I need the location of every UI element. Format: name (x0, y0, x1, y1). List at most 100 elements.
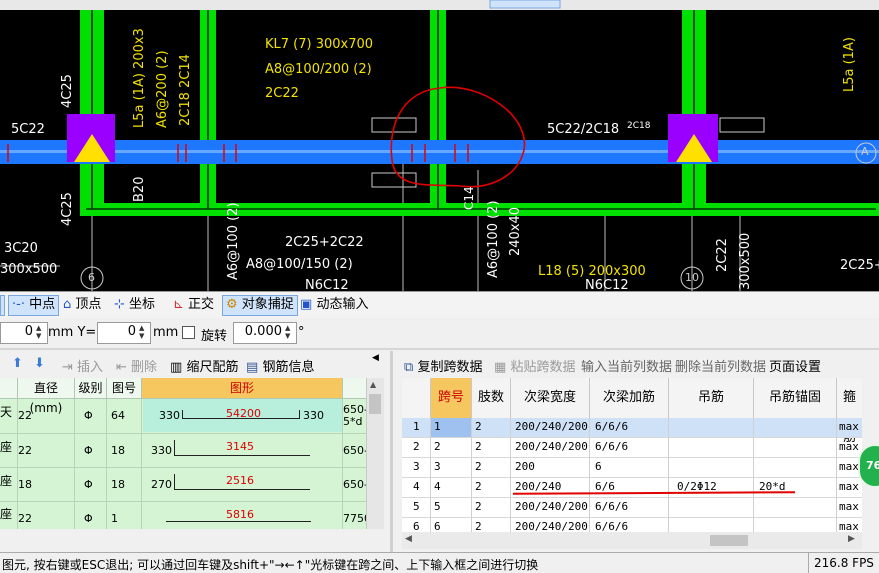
cell-stirrup[interactable]: max (839, 520, 859, 532)
row3-grade[interactable]: Φ (84, 478, 93, 491)
cell-legs[interactable]: 2 (475, 440, 482, 453)
cell-legs[interactable]: 2 (475, 420, 482, 433)
cell-span[interactable]: 6 (434, 520, 441, 532)
insert-button[interactable]: ⇥ 插入 (62, 356, 103, 375)
delete-button[interactable]: ⇤ 删除 (116, 356, 157, 375)
x-spinner-icon[interactable]: ▲ ▼ (36, 324, 46, 340)
cell-width[interactable]: 200/240/200 (515, 520, 588, 532)
cad-canvas[interactable]: KL7 (7) 300x700 A8@100/200 (2) 2C22 5C22… (0, 0, 879, 291)
scroll-thumb[interactable] (369, 394, 381, 414)
row2-fig[interactable]: 18 (111, 444, 125, 457)
header-grade[interactable]: 级别 (75, 378, 107, 399)
row2-diameter[interactable]: 22 (18, 444, 32, 457)
row4-fig-length: 5816 (226, 508, 254, 521)
scroll-up-icon[interactable]: ▲ (370, 380, 376, 389)
status-message: 图元, 按右键或ESC退出; 可以通过回车键及shift+"→←↑"光标键在跨之… (2, 558, 539, 572)
cell-span[interactable]: 5 (434, 500, 441, 513)
row3-diameter[interactable]: 18 (18, 478, 32, 491)
cell-add[interactable]: 6/6/6 (595, 520, 628, 532)
move-up-icon[interactable]: ⬆ (12, 356, 23, 371)
row1-fig[interactable]: 64 (111, 409, 125, 422)
panel-divider[interactable] (390, 351, 393, 552)
cell-legs[interactable]: 2 (475, 480, 482, 493)
cell-stirrup[interactable]: max (839, 500, 859, 513)
cell-width[interactable]: 200/240/200 (515, 440, 588, 453)
c3c20-label: 3C20 (4, 241, 38, 256)
row-index: 1 (413, 420, 420, 433)
cell-legs[interactable]: 2 (475, 520, 482, 532)
rotate-input[interactable]: 0.000 ▲ ▼ (233, 322, 297, 344)
panel-splitter[interactable] (0, 348, 879, 350)
copy-span-label: 复制跨数据 (417, 360, 483, 375)
copy-span-button[interactable]: ⧉ 复制跨数据 (404, 356, 482, 375)
cell-span[interactable]: 1 (434, 420, 441, 433)
object-snap-button[interactable]: ⚙ 对象捕捉 (222, 295, 298, 316)
rebar-table-scrollbar[interactable]: ▲ (366, 378, 384, 529)
header-hanger-anchor[interactable]: 吊筋锚固 (754, 378, 837, 419)
x-coordinate-value: 0 (24, 324, 33, 339)
cell-add[interactable]: 6/6/6 (595, 500, 628, 513)
row4-fig[interactable]: 1 (111, 512, 118, 525)
cell-span[interactable]: 3 (434, 460, 441, 473)
cell-stirrup[interactable]: max (839, 480, 859, 493)
row1-diameter[interactable]: 22 (18, 409, 32, 422)
delete-icon: ⇤ (116, 360, 127, 375)
hscroll-thumb[interactable] (710, 535, 748, 546)
header-stirrup[interactable]: 箍筋 (837, 378, 862, 445)
scroll-right-icon[interactable]: ▶ (848, 534, 855, 544)
header-sec-add[interactable]: 次梁加筋 (590, 378, 669, 419)
snap-coord-button[interactable]: ⊹ 坐标 (111, 295, 158, 314)
header-span-no[interactable]: 跨号 (431, 378, 472, 419)
scroll-left-icon[interactable]: ◀ (405, 534, 412, 544)
rotate-spinner-icon[interactable]: ▲ ▼ (285, 324, 295, 340)
ortho-button[interactable]: ⊾ 正交 (170, 295, 217, 314)
cell-legs[interactable]: 2 (475, 500, 482, 513)
cell-add[interactable]: 6/6 (595, 480, 615, 493)
floating-badge[interactable]: 76 (858, 444, 879, 488)
header-figure-no[interactable]: 图号 (107, 378, 142, 399)
row4-grade[interactable]: Φ (84, 512, 93, 525)
row1-grade[interactable]: Φ (84, 409, 93, 422)
row4-diameter[interactable]: 22 (18, 512, 32, 525)
cell-width[interactable]: 200/240/200 (515, 420, 588, 433)
input-column-button[interactable]: 输入当前列数据 (581, 356, 672, 375)
header-sec-width[interactable]: 次梁宽度 (511, 378, 590, 419)
move-down-icon[interactable]: ⬇ (34, 356, 45, 371)
b20-label: B20 (132, 176, 147, 202)
cell-stirrup[interactable]: max (839, 460, 859, 473)
y-spinner-icon[interactable]: ▲ ▼ (139, 324, 149, 340)
snap-vertex-button[interactable]: ⌂ 顶点 (60, 295, 104, 314)
cell-width[interactable]: 200/240 (515, 480, 561, 493)
delete-column-button[interactable]: 删除当前列数据 (675, 356, 766, 375)
paste-span-button[interactable]: ▦ 粘贴跨数据 (494, 356, 575, 375)
x-coordinate-input[interactable]: 0 ▲ ▼ (0, 322, 48, 344)
collapse-left-icon[interactable]: ◀ (372, 353, 379, 363)
span-table-hscrollbar[interactable]: ◀ ▶ (402, 532, 862, 549)
cell-span[interactable]: 2 (434, 440, 441, 453)
cell-stirrup[interactable]: max (839, 440, 859, 453)
row-index: 6 (413, 520, 420, 532)
dynamic-input-button[interactable]: ▣ 动态输入 (297, 295, 371, 314)
cell-width[interactable]: 200/240/200 (515, 500, 588, 513)
cell-stirrup[interactable]: max (839, 420, 859, 433)
header-legs[interactable]: 肢数 (472, 378, 511, 419)
y-coordinate-input[interactable]: 0 ▲ ▼ (97, 322, 151, 344)
paste-icon: ▦ (494, 360, 507, 375)
header-figure[interactable]: 图形 (142, 378, 343, 399)
header-diameter[interactable]: 直径(mm) (18, 378, 75, 415)
cell-width[interactable]: 200 (515, 460, 535, 473)
cell-add[interactable]: 6/6/6 (595, 420, 628, 433)
cell-add[interactable]: 6 (595, 460, 602, 473)
scale-rebar-button[interactable]: ▥ 缩尺配筋 (170, 356, 238, 375)
header-hanger[interactable]: 吊筋 (669, 378, 754, 419)
row2-grade[interactable]: Φ (84, 444, 93, 457)
rebar-info-button[interactable]: ▤ 钢筋信息 (246, 356, 314, 375)
cell-add[interactable]: 6/6/6 (595, 440, 628, 453)
snap-midpoint-button[interactable]: ·-· 中点 (8, 295, 60, 316)
snap-prev-toggle[interactable] (0, 295, 5, 316)
row3-fig[interactable]: 18 (111, 478, 125, 491)
cell-span[interactable]: 4 (434, 480, 441, 493)
rotate-checkbox[interactable] (182, 326, 195, 339)
page-setup-button[interactable]: 页面设置 (769, 356, 821, 375)
cell-legs[interactable]: 2 (475, 460, 482, 473)
